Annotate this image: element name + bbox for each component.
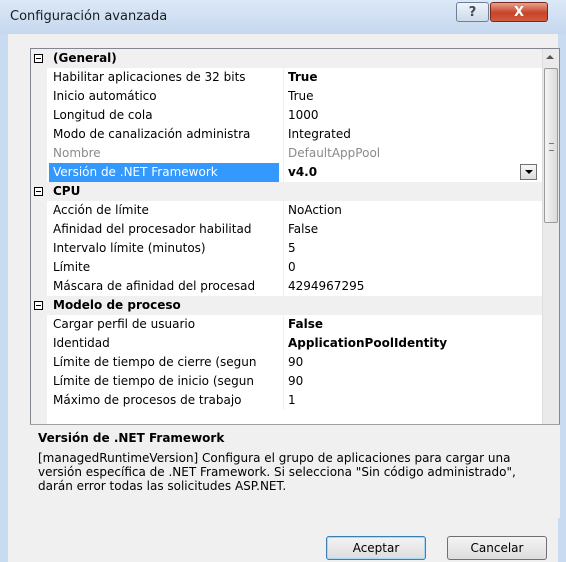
- property-row[interactable]: Afinidad del procesador habilitad False: [31, 220, 543, 239]
- column-divider: [283, 391, 284, 410]
- property-row[interactable]: Intervalo límite (minutos) 5: [31, 239, 543, 258]
- column-divider: [283, 87, 284, 106]
- column-divider: [283, 277, 284, 296]
- property-name: Cargar perfil de usuario: [53, 317, 196, 331]
- grip-icon: [549, 143, 554, 151]
- column-divider: [283, 106, 284, 125]
- property-row[interactable]: Límite de tiempo de inicio (segun 90: [31, 372, 543, 391]
- property-grid[interactable]: (General) Habilitar aplicaciones de 32 bi…: [30, 48, 560, 461]
- category-header[interactable]: CPU: [31, 182, 543, 201]
- column-divider: [283, 315, 284, 334]
- scroll-up-icon[interactable]: [546, 55, 554, 59]
- column-divider: [283, 353, 284, 372]
- property-name: Máximo de procesos de trabajo: [53, 393, 242, 407]
- help-icon: ?: [468, 4, 477, 20]
- property-row[interactable]: Versión de .NET Framework v4.0: [31, 163, 543, 182]
- window-title: Configuración avanzada: [10, 9, 168, 24]
- column-divider: [283, 68, 284, 87]
- property-value[interactable]: 1: [288, 393, 296, 407]
- column-divider: [283, 239, 284, 258]
- property-row[interactable]: Cargar perfil de usuario False: [31, 315, 543, 334]
- property-name: Nombre: [53, 146, 101, 160]
- property-value[interactable]: False: [288, 222, 318, 236]
- property-value[interactable]: True: [288, 89, 314, 103]
- column-divider: [283, 201, 284, 220]
- description-title: Versión de .NET Framework: [38, 431, 225, 445]
- column-divider: [283, 372, 284, 391]
- category-header[interactable]: Modelo de proceso: [31, 296, 543, 315]
- description-text: [managedRuntimeVersion] Configura el gru…: [38, 451, 516, 493]
- property-value[interactable]: 0: [288, 260, 296, 274]
- property-row[interactable]: Longitud de cola 1000: [31, 106, 543, 125]
- property-value[interactable]: 90: [288, 374, 303, 388]
- property-value[interactable]: 4294967295: [288, 279, 364, 293]
- property-name: Modo de canalización administra: [53, 127, 251, 141]
- property-name: Versión de .NET Framework: [49, 163, 279, 182]
- column-divider: [283, 334, 284, 353]
- property-name: Límite: [53, 260, 91, 274]
- property-value[interactable]: Integrated: [288, 127, 351, 141]
- category-label: (General): [53, 51, 117, 65]
- property-value[interactable]: 1000: [288, 108, 319, 122]
- property-row[interactable]: Inicio automático True: [31, 87, 543, 106]
- dialog-body: (General) Habilitar aplicaciones de 32 bi…: [8, 34, 560, 562]
- property-row[interactable]: Nombre DefaultAppPool: [31, 144, 543, 163]
- category-label: CPU: [53, 184, 81, 198]
- property-row[interactable]: Identidad ApplicationPoolIdentity: [31, 334, 543, 353]
- column-divider: [283, 163, 284, 182]
- property-name: Intervalo límite (minutos): [53, 241, 206, 255]
- collapse-icon[interactable]: [34, 301, 43, 310]
- title-bar: Configuración avanzada ? X: [0, 0, 566, 34]
- property-name: Acción de límite: [53, 203, 149, 217]
- column-divider: [283, 144, 284, 163]
- property-name: Límite de tiempo de cierre (segun: [53, 355, 257, 369]
- property-name: Afinidad del procesador habilitad: [53, 222, 252, 236]
- property-name: Límite de tiempo de inicio (segun: [53, 374, 254, 388]
- advanced-settings-dialog: Configuración avanzada ? X (General) Habi…: [0, 0, 566, 562]
- collapse-icon[interactable]: [34, 187, 43, 196]
- close-button[interactable]: X: [490, 2, 548, 22]
- property-name: Máscara de afinidad del procesad: [53, 279, 256, 293]
- property-value[interactable]: NoAction: [288, 203, 342, 217]
- property-value[interactable]: DefaultAppPool: [288, 146, 380, 160]
- property-name: Habilitar aplicaciones de 32 bits: [53, 70, 246, 84]
- property-value[interactable]: ApplicationPoolIdentity: [288, 336, 447, 350]
- property-row[interactable]: Máximo de procesos de trabajo 1: [31, 391, 543, 410]
- property-value[interactable]: False: [288, 317, 323, 331]
- scroll-thumb[interactable]: [544, 68, 558, 223]
- property-grid-scrollbar[interactable]: [542, 49, 559, 460]
- property-name: Identidad: [53, 336, 110, 350]
- collapse-icon[interactable]: [34, 54, 43, 63]
- property-row[interactable]: Límite 0: [31, 258, 543, 277]
- property-value[interactable]: 5: [288, 241, 296, 255]
- help-button[interactable]: ?: [456, 2, 489, 22]
- value-dropdown-button[interactable]: [520, 164, 537, 180]
- property-row[interactable]: Habilitar aplicaciones de 32 bits True: [31, 68, 543, 87]
- property-name: Longitud de cola: [53, 108, 153, 122]
- category-header[interactable]: (General): [31, 49, 543, 68]
- column-divider: [283, 220, 284, 239]
- category-label: Modelo de proceso: [53, 298, 181, 312]
- close-icon: X: [513, 4, 525, 20]
- column-divider: [283, 125, 284, 144]
- property-value[interactable]: v4.0: [288, 165, 317, 179]
- property-row[interactable]: Máscara de afinidad del procesad 42949672…: [31, 277, 543, 296]
- description-pane: Versión de .NET Framework [managedRuntim…: [30, 424, 560, 518]
- chevron-down-icon: [524, 170, 533, 174]
- property-name: Inicio automático: [53, 89, 157, 103]
- property-row[interactable]: Límite de tiempo de cierre (segun 90: [31, 353, 543, 372]
- property-value[interactable]: True: [288, 70, 317, 84]
- property-row[interactable]: Acción de límite NoAction: [31, 201, 543, 220]
- property-value[interactable]: 90: [288, 355, 303, 369]
- column-divider: [283, 258, 284, 277]
- ok-button[interactable]: Aceptar: [326, 536, 426, 560]
- cancel-button[interactable]: Cancelar: [447, 536, 547, 560]
- property-row[interactable]: Modo de canalización administra Integrate…: [31, 125, 543, 144]
